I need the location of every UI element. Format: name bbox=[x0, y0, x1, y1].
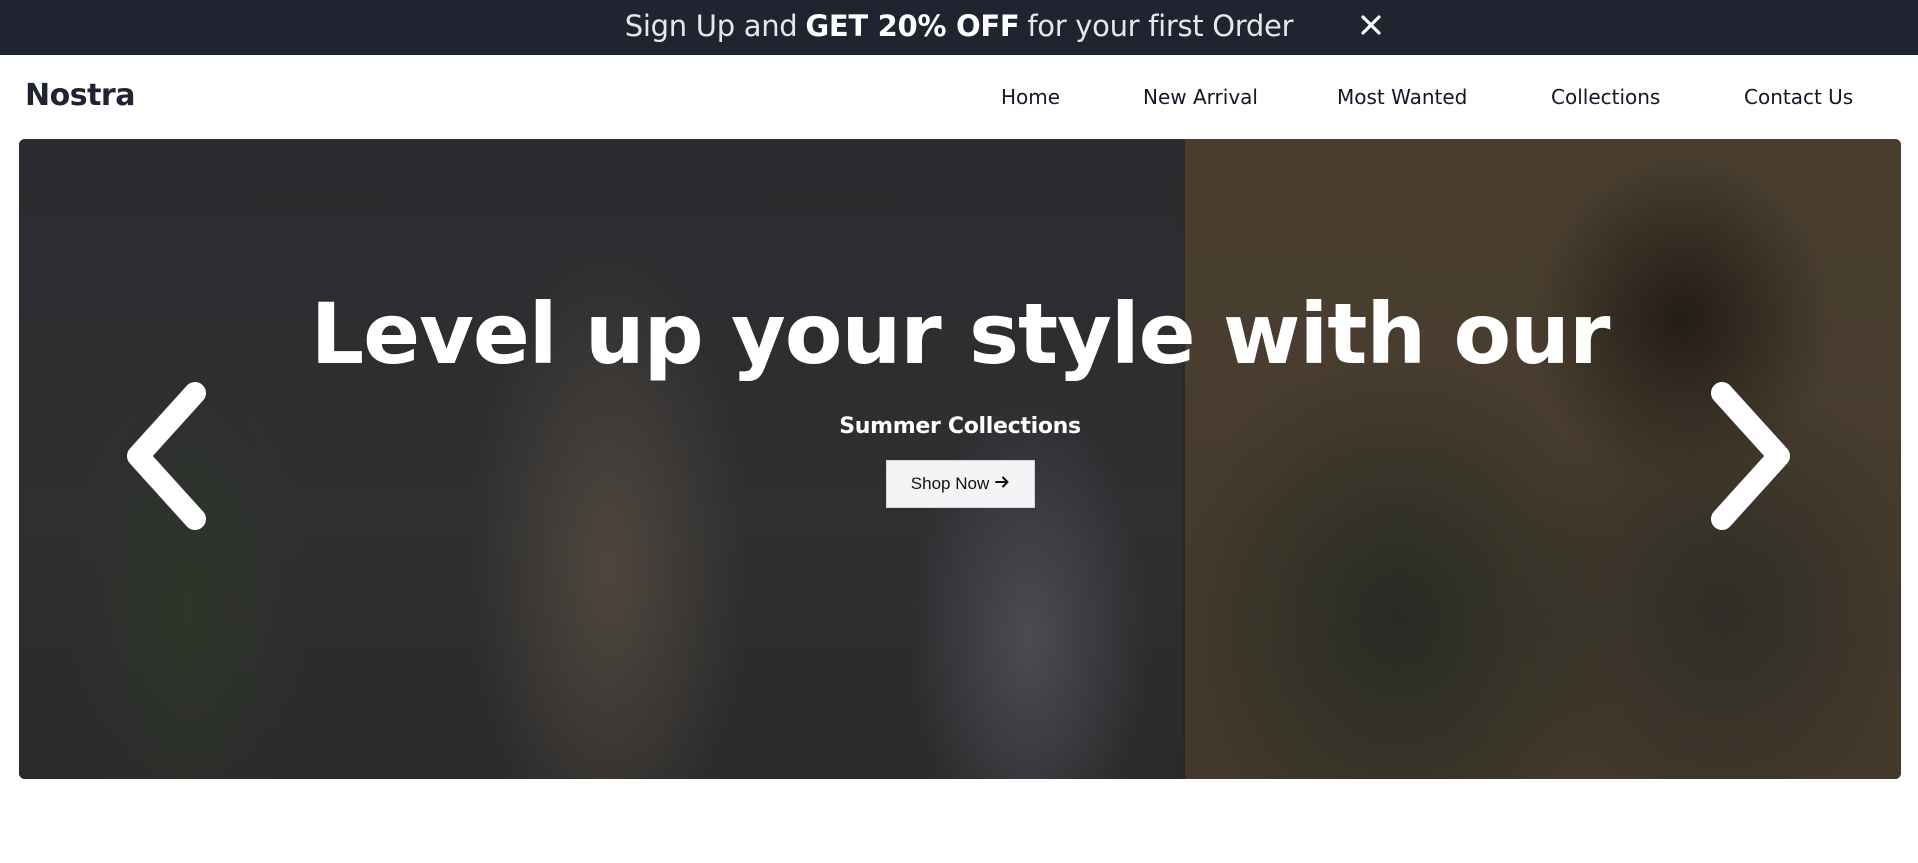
nav-link-home[interactable]: Home bbox=[1001, 85, 1060, 109]
promo-text-after: for your first Order bbox=[1027, 9, 1294, 43]
nav-link-contact-us[interactable]: Contact Us bbox=[1744, 85, 1853, 109]
main-navigation: Nostra Home New Arrival Most Wanted Coll… bbox=[0, 55, 1918, 139]
nav-link-most-wanted[interactable]: Most Wanted bbox=[1337, 85, 1467, 109]
promo-text-before: Sign Up and bbox=[624, 9, 798, 43]
chevron-right-icon[interactable] bbox=[1707, 381, 1797, 531]
shop-now-label: Shop Now bbox=[910, 474, 990, 493]
nav-link-collections[interactable]: Collections bbox=[1551, 85, 1660, 109]
nav-link-new-arrival[interactable]: New Arrival bbox=[1143, 85, 1258, 109]
promo-text: Sign Up and GET 20% OFF for your first Ord… bbox=[0, 8, 1918, 44]
promo-discount: GET 20% OFF bbox=[805, 9, 1020, 43]
brand-logo[interactable]: Nostra bbox=[25, 78, 135, 113]
arrow-right-icon bbox=[994, 474, 1010, 495]
shop-now-button[interactable]: Shop Now bbox=[886, 460, 1035, 508]
hero-subtitle: Summer Collections bbox=[839, 414, 1081, 439]
promo-banner: Sign Up and GET 20% OFF for your first Ord… bbox=[0, 0, 1918, 55]
chevron-left-icon[interactable] bbox=[120, 381, 210, 531]
hero-title: Level up your style with our bbox=[310, 285, 1611, 383]
hero-carousel: Level up your style with our Summer Coll… bbox=[19, 139, 1901, 779]
hero-image-divider bbox=[1183, 139, 1185, 779]
close-icon[interactable] bbox=[1356, 10, 1386, 40]
